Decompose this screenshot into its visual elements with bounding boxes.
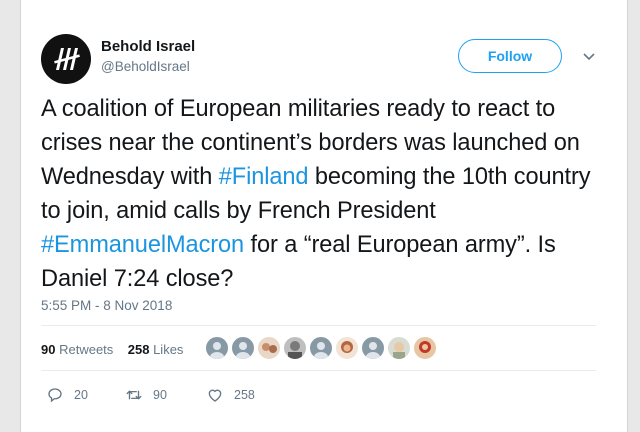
reply-button[interactable]: 20 bbox=[46, 386, 88, 404]
chevron-down-icon[interactable] bbox=[581, 48, 597, 64]
tweet-stats: 90 Retweets 258 Likes bbox=[41, 342, 183, 357]
hashtag-link[interactable]: #Finland bbox=[219, 164, 309, 190]
liker-avatar[interactable] bbox=[231, 336, 255, 360]
avatar[interactable] bbox=[41, 34, 91, 84]
liker-avatar[interactable] bbox=[283, 336, 307, 360]
reply-icon bbox=[48, 388, 62, 403]
liker-avatar[interactable] bbox=[205, 336, 229, 360]
likes-stat[interactable]: 258 Likes bbox=[128, 342, 184, 357]
like-button[interactable]: 258 bbox=[206, 386, 255, 404]
liker-avatar[interactable] bbox=[387, 336, 411, 360]
author-name[interactable]: Behold Israel bbox=[101, 38, 195, 55]
author-handle[interactable]: @BeholdIsrael bbox=[101, 59, 190, 74]
divider bbox=[41, 370, 596, 371]
follow-button[interactable]: Follow bbox=[458, 39, 562, 73]
liker-avatar[interactable] bbox=[413, 336, 437, 360]
retweets-label: Retweets bbox=[59, 342, 114, 357]
hashtag-link[interactable]: #EmmanuelMacron bbox=[41, 232, 244, 258]
likes-count: 258 bbox=[127, 342, 150, 357]
retweet-button[interactable]: 90 bbox=[125, 386, 167, 404]
liker-avatar[interactable] bbox=[257, 336, 281, 360]
tweet-card: Behold Israel @BeholdIsrael Follow A coa… bbox=[20, 0, 628, 432]
logo-icon bbox=[54, 48, 80, 70]
like-count: 258 bbox=[234, 388, 255, 402]
likes-label: Likes bbox=[153, 342, 184, 357]
background-left bbox=[0, 0, 22, 432]
heart-icon bbox=[208, 389, 222, 402]
liker-avatar[interactable] bbox=[361, 336, 385, 360]
reply-count: 20 bbox=[74, 388, 88, 402]
retweets-stat[interactable]: 90 Retweets bbox=[41, 342, 113, 357]
liker-avatar[interactable] bbox=[309, 336, 333, 360]
retweet-icon bbox=[126, 390, 142, 400]
tweet-timestamp[interactable]: 5:55 PM - 8 Nov 2018 bbox=[41, 298, 172, 313]
liker-avatar[interactable] bbox=[335, 336, 359, 360]
divider bbox=[41, 325, 596, 326]
tweet-text: A coalition of European militaries ready… bbox=[41, 92, 616, 296]
retweet-count: 90 bbox=[153, 388, 167, 402]
retweets-count: 90 bbox=[41, 342, 56, 357]
